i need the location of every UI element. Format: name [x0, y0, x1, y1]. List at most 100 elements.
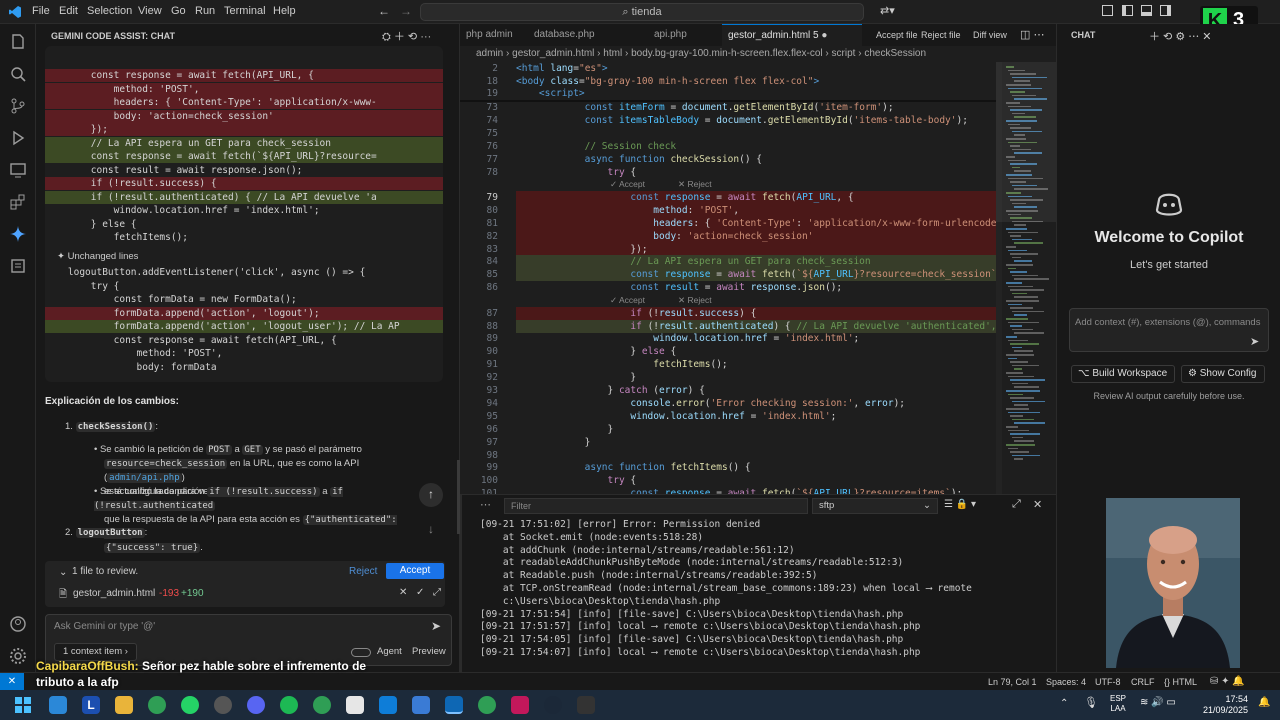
minimap-viewport[interactable]: [996, 62, 1056, 222]
unchanged-lines-toggle[interactable]: ✦ Unchanged lines: [57, 251, 138, 262]
accept-file-icon[interactable]: ✓: [416, 587, 424, 598]
code-line[interactable]: 86 const result = await response.json();: [460, 281, 996, 294]
extensions-icon[interactable]: [8, 192, 28, 212]
reject-file-icon[interactable]: ✕: [399, 587, 407, 598]
sftp-icon[interactable]: [8, 256, 28, 276]
split-editor-icon[interactable]: ◫ ⋯: [1020, 28, 1044, 41]
chrome-icon[interactable]: [148, 696, 166, 714]
close-panel-icon[interactable]: ✕: [1033, 498, 1042, 511]
menu-run[interactable]: Run: [195, 5, 215, 17]
minimap[interactable]: [996, 62, 1056, 494]
breadcrumb-item[interactable]: gestor_admin.html: [512, 48, 594, 59]
inline-reject-button[interactable]: ✕ Reject: [678, 179, 712, 190]
language-mode[interactable]: {} HTML: [1164, 677, 1197, 687]
sticky-scroll-line[interactable]: 19 <script>: [460, 87, 996, 100]
code-line[interactable]: 100 try {: [460, 474, 996, 487]
code-line[interactable]: 77 async function checkSession() {: [460, 153, 996, 166]
settings-gear-icon[interactable]: [8, 646, 28, 666]
panel-actions-icons[interactable]: ☰ 🔒 ▾: [944, 499, 976, 510]
agent-toggle[interactable]: [351, 648, 371, 657]
accept-file-button[interactable]: Accept file: [876, 30, 918, 40]
code-line[interactable]: 74 const itemsTableBody = document.getEl…: [460, 114, 996, 127]
encoding[interactable]: UTF-8: [1095, 677, 1121, 687]
api-link[interactable]: admin/api.php: [107, 473, 182, 483]
code-line[interactable]: 99 async function fetchItems() {: [460, 461, 996, 474]
code-line[interactable]: 78 try {: [460, 166, 996, 179]
scroll-up-button[interactable]: ↑: [419, 483, 443, 507]
command-center-search[interactable]: ⌕ tienda: [420, 3, 864, 21]
remote-explorer-icon[interactable]: [8, 160, 28, 180]
status-right-icons[interactable]: ⛁ ✦ 🔔: [1210, 676, 1245, 687]
breadcrumb-item[interactable]: body.bg-gray-100.min-h-screen.flex.flex-…: [631, 48, 823, 59]
breadcrumb-item[interactable]: admin: [476, 48, 503, 59]
layout-icon[interactable]: [1102, 5, 1113, 16]
send-icon[interactable]: ➤: [1250, 335, 1259, 348]
forward-arrow-icon[interactable]: →: [400, 4, 412, 18]
menu-help[interactable]: Help: [273, 5, 296, 17]
code-line[interactable]: 93 } catch (error) {: [460, 384, 996, 397]
indentation[interactable]: Spaces: 4: [1046, 677, 1086, 687]
code-line[interactable]: 91 fetchItems();: [460, 358, 996, 371]
chrome-alt-icon[interactable]: [478, 696, 496, 714]
output-channel-select[interactable]: sftp ⌄: [812, 498, 938, 514]
send-icon[interactable]: ➤: [431, 619, 441, 633]
code-line[interactable]: 90 } else {: [460, 345, 996, 358]
build-workspace-button[interactable]: ⌥ Build Workspace: [1071, 365, 1175, 383]
chat-input-box[interactable]: Add context (#), extensions (@), command…: [1069, 308, 1269, 352]
code-line[interactable]: 75: [460, 127, 996, 140]
accept-all-button[interactable]: Accept: [386, 563, 444, 579]
vscode-taskbar-icon[interactable]: [445, 696, 463, 714]
inline-accept-button[interactable]: ✓ Accept: [610, 295, 645, 306]
diff-view-button[interactable]: Diff view: [973, 30, 1007, 40]
more-icon[interactable]: ⋯: [480, 498, 491, 511]
menu-selection[interactable]: Selection: [87, 5, 132, 17]
remote-indicator-icon[interactable]: ✕: [0, 673, 24, 691]
sticky-scroll-line[interactable]: 18 <body class="bg-gray-100 min-h-screen …: [460, 74, 996, 88]
code-line[interactable]: 96 }: [460, 423, 996, 436]
code-line[interactable]: 101 const response = await fetch(`${API_…: [460, 487, 996, 494]
cursor-position[interactable]: Ln 79, Col 1: [988, 677, 1037, 687]
scroll-down-button[interactable]: ↓: [419, 518, 443, 542]
reject-file-button[interactable]: Reject file: [921, 30, 961, 40]
code-line[interactable]: 73 const itemForm = document.getElementB…: [460, 101, 996, 114]
copilot-menu-icon[interactable]: ⇄▾: [880, 4, 895, 17]
remote-desktop-icon[interactable]: [379, 696, 397, 714]
code-line[interactable]: 98: [460, 449, 996, 462]
inline-reject-button[interactable]: ✕ Reject: [678, 295, 712, 306]
chat-toolbar-icons[interactable]: ＋ ⟲ ⚙ ⋯ ✕: [1149, 28, 1212, 44]
account-icon[interactable]: [8, 614, 28, 634]
tab-gestor-admin[interactable]: gestor_admin.html 5 ●: [722, 24, 862, 46]
github-icon[interactable]: [214, 696, 232, 714]
network-sound-battery-icons[interactable]: ≋ 🔊 ▭: [1140, 697, 1176, 708]
breadcrumb-item[interactable]: script: [832, 48, 856, 59]
outlook-icon[interactable]: [49, 696, 67, 714]
sticky-scroll-line[interactable]: 2 <html lang="es">: [460, 62, 996, 75]
menu-go[interactable]: Go: [171, 5, 186, 17]
menu-terminal[interactable]: Terminal: [224, 5, 266, 17]
explorer-icon[interactable]: [8, 32, 28, 52]
terminal-icon[interactable]: [577, 696, 595, 714]
chat-input[interactable]: Add context (#), extensions (@), command…: [1075, 317, 1260, 328]
windows-start-icon[interactable]: [15, 697, 31, 713]
code-line[interactable]: 94 console.error('Error checking session…: [460, 397, 996, 410]
code-line[interactable]: 81 headers: { 'Content-Type': 'applicati…: [460, 216, 996, 230]
obs-icon[interactable]: [511, 696, 529, 714]
photos-icon[interactable]: [412, 696, 430, 714]
app-l-icon[interactable]: L: [82, 696, 100, 714]
code-line[interactable]: 95 window.location.href = 'index.html';: [460, 410, 996, 423]
code-line[interactable]: 80 method: 'POST',: [460, 203, 996, 217]
mic-icon[interactable]: 🎙: [1084, 696, 1098, 709]
clock[interactable]: 17:54 21/09/2025: [1194, 694, 1248, 716]
inline-accept-button[interactable]: ✓ Accept: [610, 179, 645, 190]
code-line[interactable]: 76 // Session check: [460, 140, 996, 153]
toggle-secondary-sidebar-icon[interactable]: [1160, 5, 1171, 16]
code-line[interactable]: 87 if (!result.success) {: [460, 306, 996, 320]
store-icon[interactable]: [346, 696, 364, 714]
code-editor[interactable]: 2 <html lang="es"> 18 <body class="bg-gray-…: [460, 62, 996, 494]
toggle-sidebar-icon[interactable]: [1122, 5, 1133, 16]
code-line[interactable]: 89 window.location.href = 'index.html';: [460, 332, 996, 345]
code-line[interactable]: 83 });: [460, 242, 996, 256]
chrome-profile-icon[interactable]: [313, 696, 331, 714]
menu-edit[interactable]: Edit: [59, 5, 78, 17]
menu-view[interactable]: View: [138, 5, 162, 17]
